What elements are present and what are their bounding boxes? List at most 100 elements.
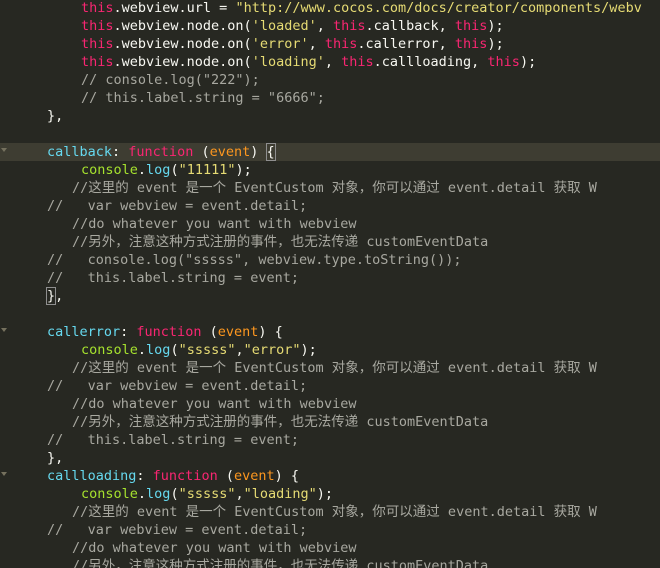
code-line[interactable]: // var webview = event.detail;	[0, 521, 660, 539]
code-line[interactable]: //这里的 event 是一个 EventCustom 对象，你可以通过 eve…	[0, 179, 660, 197]
code-text: callback: function (event) {	[47, 143, 276, 161]
code-line[interactable]: this.webview.node.on('loading', this.cal…	[0, 53, 660, 71]
code-line[interactable]: //另外，注意这种方式注册的事件，也无法传递 customEventData	[0, 413, 660, 431]
code-token: ,	[235, 486, 244, 502]
code-text: //另外，注意这种方式注册的事件，也无法传递 customEventData	[72, 233, 488, 251]
code-token: "http://www.cocos.com/docs/creator/compo…	[235, 0, 642, 16]
code-token: );	[519, 54, 537, 70]
code-text: // console.log("222");	[81, 71, 260, 89]
code-token: ,	[324, 54, 342, 70]
code-line[interactable]: console.log("sssss","loading");	[0, 485, 660, 503]
code-text: //这里的 event 是一个 EventCustom 对象，你可以通过 eve…	[72, 179, 597, 197]
fold-arrow-icon[interactable]	[1, 472, 7, 476]
code-token: );	[487, 18, 504, 34]
code-line[interactable]: callerror: function (event) {	[0, 323, 660, 341]
code-text: console.log("11111");	[81, 161, 252, 179]
code-text: // this.label.string = event;	[47, 431, 299, 449]
code-token: .webview.node.on(	[113, 18, 252, 34]
code-line[interactable]: //另外，注意这种方式注册的事件，也无法传递 customEventData	[0, 557, 660, 568]
code-token: ) {	[274, 468, 299, 484]
code-line[interactable]: // console.log("222");	[0, 71, 660, 89]
code-text: // console.log("sssss", webview.type.toS…	[47, 251, 462, 269]
code-token: },	[47, 450, 64, 466]
code-token: function	[152, 468, 218, 484]
code-line[interactable]: },	[0, 449, 660, 467]
code-line[interactable]: // console.log("sssss", webview.type.toS…	[0, 251, 660, 269]
code-text: // var webview = event.detail;	[47, 377, 307, 395]
code-text: //另外，注意这种方式注册的事件，也无法传递 customEventData	[72, 557, 488, 568]
code-line[interactable]: callback: function (event) {	[0, 143, 660, 161]
code-token: console	[81, 486, 138, 502]
code-editor[interactable]: this.webview.url = "http://www.cocos.com…	[0, 0, 660, 568]
code-line[interactable]: callloading: function (event) {	[0, 467, 660, 485]
code-token: ,	[316, 18, 333, 34]
code-token: );	[487, 36, 504, 52]
fold-arrow-icon[interactable]	[1, 148, 7, 152]
code-token: // var webview = event.detail;	[47, 378, 308, 394]
fold-arrow-icon[interactable]	[1, 328, 7, 332]
code-token: this	[81, 36, 114, 52]
code-token: 'loading'	[251, 54, 325, 70]
code-line[interactable]	[0, 125, 660, 143]
code-line[interactable]: //do whatever you want with webview	[0, 215, 660, 233]
code-text: console.log("sssss","loading");	[81, 485, 333, 503]
code-line[interactable]: this.webview.url = "http://www.cocos.com…	[0, 0, 660, 17]
code-token: this	[332, 18, 366, 34]
code-token: "11111"	[178, 162, 236, 178]
code-token: this	[81, 0, 114, 16]
code-line[interactable]: //do whatever you want with webview	[0, 539, 660, 557]
code-line[interactable]: //这里的 event 是一个 EventCustom 对象，你可以通过 eve…	[0, 503, 660, 521]
code-token: :	[112, 144, 129, 160]
code-line[interactable]: //这里的 event 是一个 EventCustom 对象，你可以通过 eve…	[0, 359, 660, 377]
code-token: );	[300, 342, 317, 358]
code-token: }	[45, 287, 57, 305]
code-token: :	[136, 468, 153, 484]
code-area[interactable]: this.webview.url = "http://www.cocos.com…	[0, 0, 660, 568]
code-token: 'error'	[251, 36, 309, 52]
code-line[interactable]: // var webview = event.detail;	[0, 377, 660, 395]
code-token: this	[324, 36, 358, 52]
code-token: function	[136, 324, 202, 340]
code-line[interactable]: // var webview = event.detail;	[0, 197, 660, 215]
code-text: // this.label.string = event;	[47, 269, 299, 287]
code-line[interactable]: //do whatever you want with webview	[0, 395, 660, 413]
code-text: //do whatever you want with webview	[72, 215, 356, 233]
code-line[interactable]: this.webview.node.on('error', this.calle…	[0, 35, 660, 53]
code-token: // this.label.string = event;	[47, 270, 299, 286]
code-text: //do whatever you want with webview	[72, 539, 356, 557]
code-line[interactable]: // this.label.string = event;	[0, 269, 660, 287]
code-token: (	[217, 468, 234, 484]
code-token: callback	[47, 144, 113, 160]
code-token: ) {	[258, 324, 283, 340]
code-line[interactable]: console.log("sssss","error");	[0, 341, 660, 359]
code-text: //do whatever you want with webview	[72, 395, 356, 413]
code-token: (	[170, 162, 179, 178]
code-line[interactable]: console.log("11111");	[0, 161, 660, 179]
code-token: .	[137, 342, 147, 358]
code-line[interactable]	[0, 305, 660, 323]
code-line[interactable]: // this.label.string = event;	[0, 431, 660, 449]
code-text: callloading: function (event) {	[47, 467, 299, 485]
code-token: .webview.node.on(	[113, 36, 252, 52]
code-token: this	[454, 18, 488, 34]
code-token: //do whatever you want with webview	[72, 540, 357, 556]
code-token: "sssss"	[178, 342, 236, 358]
code-token: },	[47, 108, 64, 124]
code-line[interactable]: //另外，注意这种方式注册的事件，也无法传递 customEventData	[0, 233, 660, 251]
code-token: .callloading,	[373, 54, 488, 70]
code-text: callerror: function (event) {	[47, 323, 283, 341]
code-line[interactable]: // this.label.string = "6666";	[0, 89, 660, 107]
code-text: this.webview.node.on('loaded', this.call…	[81, 17, 504, 35]
code-token: //这里的 event 是一个 EventCustom 对象，你可以通过 eve…	[72, 180, 597, 196]
code-token: this	[81, 18, 114, 34]
code-line[interactable]: },	[0, 287, 660, 305]
code-token: ,	[55, 288, 64, 304]
code-line[interactable]: },	[0, 107, 660, 125]
code-line[interactable]: this.webview.node.on('loaded', this.call…	[0, 17, 660, 35]
code-token: log	[146, 162, 171, 178]
code-token: (	[193, 144, 210, 160]
code-token: callloading	[47, 468, 137, 484]
code-token: )	[250, 144, 267, 160]
code-text: },	[47, 107, 63, 125]
code-token: event	[209, 144, 251, 160]
